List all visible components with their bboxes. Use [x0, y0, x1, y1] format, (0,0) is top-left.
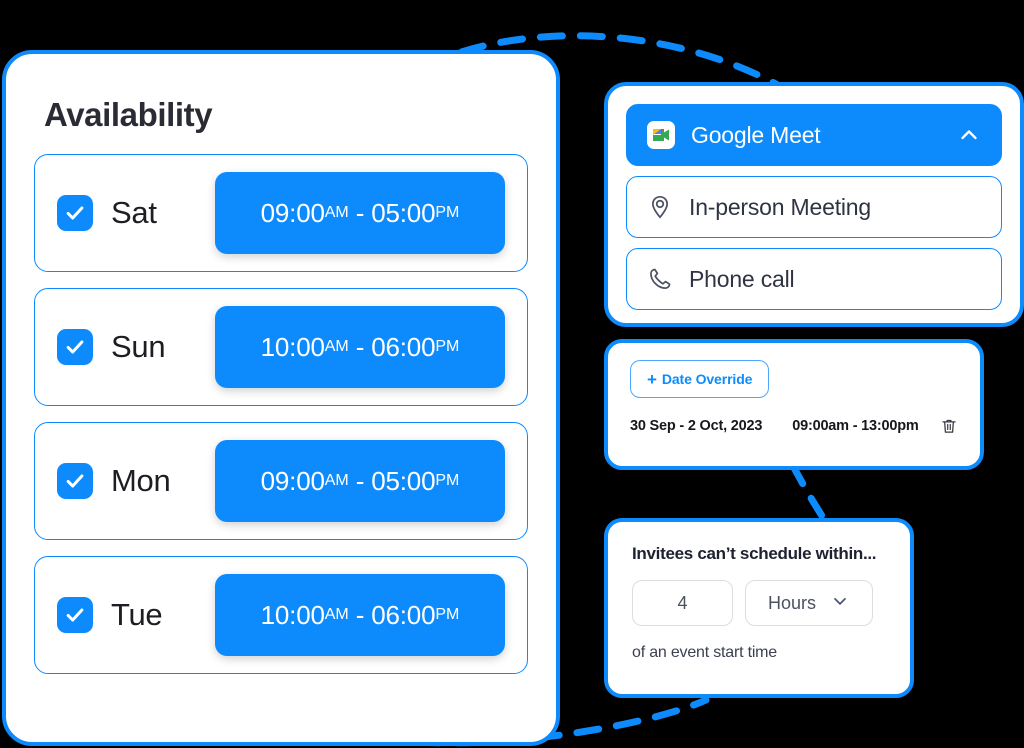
end-meridiem-sun: PM [435, 338, 460, 355]
invitees-controls: Hours [632, 580, 886, 626]
chevron-up-icon[interactable] [957, 123, 981, 147]
checkbox-sun[interactable] [57, 329, 93, 365]
checkbox-tue[interactable] [57, 597, 93, 633]
day-label-sun: Sun [111, 329, 166, 364]
start-meridiem-sun: AM [324, 338, 349, 355]
end-time-sat: 05:00 [371, 197, 436, 228]
date-override-entry: 30 Sep - 2 Oct, 2023 09:00am - 13:00pm [630, 417, 958, 435]
buffer-amount-input[interactable] [632, 580, 733, 626]
meeting-option-label-in-person: In-person Meeting [689, 193, 871, 220]
day-label-sat: Sat [111, 195, 157, 230]
availability-row-sat[interactable]: Sat 09:00 AM - 05:00 PM [34, 154, 528, 272]
day-label-tue: Tue [111, 597, 163, 632]
range-separator-tue: - [355, 599, 365, 630]
chevron-down-icon [830, 591, 850, 616]
checkbox-sat[interactable] [57, 195, 93, 231]
google-meet-icon [647, 121, 675, 149]
start-meridiem-tue: AM [324, 606, 349, 623]
availability-row-sun[interactable]: Sun 10:00 AM - 06:00 PM [34, 288, 528, 406]
override-time-range: 09:00am - 13:00pm [792, 418, 919, 434]
end-meridiem-tue: PM [435, 606, 460, 623]
start-meridiem-mon: AM [324, 472, 349, 489]
time-range-sat[interactable]: 09:00 AM - 05:00 PM [215, 172, 505, 254]
scheduling-settings-illustration: Availability Sat 09:00 AM - 05:00 PM Sun 1… [0, 0, 1024, 748]
end-time-mon: 05:00 [371, 465, 436, 496]
end-time-sun: 06:00 [371, 331, 436, 362]
day-label-mon: Mon [111, 463, 171, 498]
time-range-tue[interactable]: 10:00 AM - 06:00 PM [215, 574, 505, 656]
time-range-sun[interactable]: 10:00 AM - 06:00 PM [215, 306, 505, 388]
range-separator-mon: - [355, 465, 365, 496]
meeting-option-google-meet[interactable]: Google Meet [626, 104, 1002, 166]
invitees-buffer-card: Invitees can’t schedule within... Hours … [604, 518, 914, 698]
start-meridiem-sat: AM [324, 204, 349, 221]
meeting-option-label-phone-call: Phone call [689, 265, 795, 292]
checkbox-mon[interactable] [57, 463, 93, 499]
start-time-sat: 09:00 [260, 197, 325, 228]
end-meridiem-sat: PM [435, 204, 460, 221]
meeting-option-in-person[interactable]: In-person Meeting [626, 176, 1002, 238]
add-date-override-label: Date Override [661, 371, 753, 387]
range-separator-sat: - [355, 197, 365, 228]
invitees-footnote: of an event start time [632, 644, 778, 661]
end-time-tue: 06:00 [371, 599, 436, 630]
start-time-sun: 10:00 [260, 331, 325, 362]
phone-icon [647, 266, 673, 292]
time-range-mon[interactable]: 09:00 AM - 05:00 PM [215, 440, 505, 522]
start-time-tue: 10:00 [260, 599, 325, 630]
meeting-type-card: Google Meet In-person Meeting Phone call [604, 82, 1024, 327]
date-override-card: + Date Override 30 Sep - 2 Oct, 2023 09:… [604, 339, 984, 470]
meeting-option-label-google-meet: Google Meet [691, 121, 821, 148]
start-time-mon: 09:00 [260, 465, 325, 496]
add-date-override-button[interactable]: + Date Override [630, 360, 770, 398]
location-pin-icon [647, 194, 673, 220]
trash-icon[interactable] [940, 417, 958, 435]
availability-card: Availability Sat 09:00 AM - 05:00 PM Sun 1… [2, 50, 560, 746]
availability-row-tue[interactable]: Tue 10:00 AM - 06:00 PM [34, 556, 528, 674]
connector-middle-arc [789, 462, 826, 520]
invitees-heading: Invitees can’t schedule within... [632, 544, 877, 563]
override-date-range: 30 Sep - 2 Oct, 2023 [630, 418, 763, 434]
meeting-option-phone-call[interactable]: Phone call [626, 248, 1002, 310]
availability-row-mon[interactable]: Mon 09:00 AM - 05:00 PM [34, 422, 528, 540]
page-title: Availability [44, 96, 213, 133]
buffer-unit-label: Hours [767, 592, 816, 613]
buffer-unit-select[interactable]: Hours [745, 580, 873, 626]
end-meridiem-mon: PM [435, 472, 460, 489]
plus-icon: + [647, 369, 657, 389]
range-separator-sun: - [355, 331, 365, 362]
